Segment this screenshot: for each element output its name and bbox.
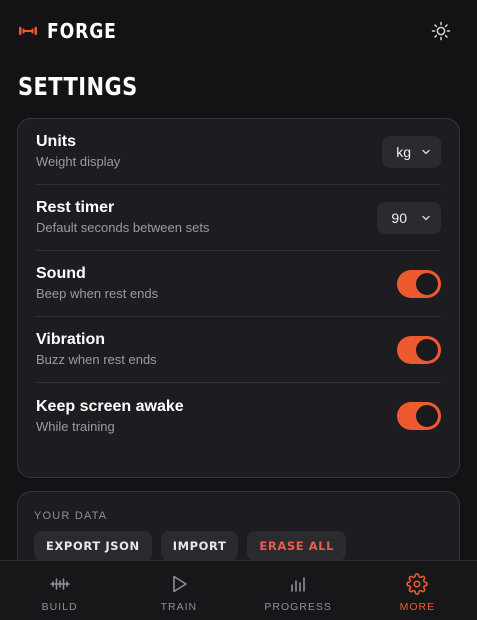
settings-row-vibration: Vibration Buzz when rest ends xyxy=(36,317,441,383)
keep-awake-subtitle: While training xyxy=(36,418,115,434)
erase-all-button[interactable]: ERASE ALL xyxy=(247,531,347,561)
units-title: Units xyxy=(36,133,76,150)
import-button[interactable]: IMPORT xyxy=(160,531,239,561)
settings-card: Units Weight display kg Rest timer Defau… xyxy=(17,118,460,478)
sound-title: Sound xyxy=(36,265,86,282)
tab-train[interactable]: TRAIN xyxy=(119,561,238,620)
rest-timer-select[interactable]: 90 xyxy=(377,201,441,234)
keep-awake-toggle[interactable] xyxy=(397,402,441,430)
rest-timer-subtitle: Default seconds between sets xyxy=(36,220,210,235)
chevron-down-icon xyxy=(421,210,431,226)
tab-more-label: MORE xyxy=(399,601,436,613)
toggle-knob xyxy=(416,272,438,295)
app-header: FORGE xyxy=(0,0,477,62)
toggle-knob xyxy=(416,338,438,361)
your-data-label: YOUR DATA xyxy=(34,510,108,522)
sun-icon[interactable] xyxy=(431,21,451,41)
vibration-title: Vibration xyxy=(36,331,106,348)
settings-row-units: Units Weight display kg xyxy=(36,119,441,185)
tab-progress-label: PROGRESS xyxy=(264,601,332,613)
dumbbell-icon xyxy=(18,25,38,37)
settings-row-keep-awake: Keep screen awake While training xyxy=(36,383,441,449)
settings-row-sound: Sound Beep when rest ends xyxy=(36,251,441,317)
units-value: kg xyxy=(396,143,411,160)
toggle-knob xyxy=(416,405,438,427)
rest-timer-value: 90 xyxy=(391,209,407,226)
tab-more[interactable]: MORE xyxy=(358,561,477,620)
tab-build[interactable]: BUILD xyxy=(0,561,119,620)
tab-build-label: BUILD xyxy=(41,601,78,613)
gear-icon xyxy=(406,573,429,595)
bar-chart-icon xyxy=(287,573,309,595)
play-icon xyxy=(168,573,190,595)
rest-timer-title: Rest timer xyxy=(36,199,115,216)
app-brand: FORGE xyxy=(47,19,117,43)
keep-awake-title: Keep screen awake xyxy=(36,397,184,415)
vibration-toggle[interactable] xyxy=(397,335,441,364)
settings-row-rest-timer: Rest timer Default seconds between sets … xyxy=(36,185,441,251)
vibration-subtitle: Buzz when rest ends xyxy=(36,352,157,367)
bottom-tab-bar: BUILD TRAIN PROGRESS MORE xyxy=(0,560,477,620)
waveform-icon xyxy=(49,573,71,595)
sound-subtitle: Beep when rest ends xyxy=(36,286,159,301)
export-json-button[interactable]: EXPORT JSON xyxy=(34,531,152,561)
tab-train-label: TRAIN xyxy=(160,601,198,613)
page-title: SETTINGS xyxy=(18,72,138,101)
units-select[interactable]: kg xyxy=(382,135,441,168)
chevron-down-icon xyxy=(421,144,431,160)
sound-toggle[interactable] xyxy=(397,269,441,298)
tab-progress[interactable]: PROGRESS xyxy=(239,561,358,620)
units-subtitle: Weight display xyxy=(36,154,121,169)
